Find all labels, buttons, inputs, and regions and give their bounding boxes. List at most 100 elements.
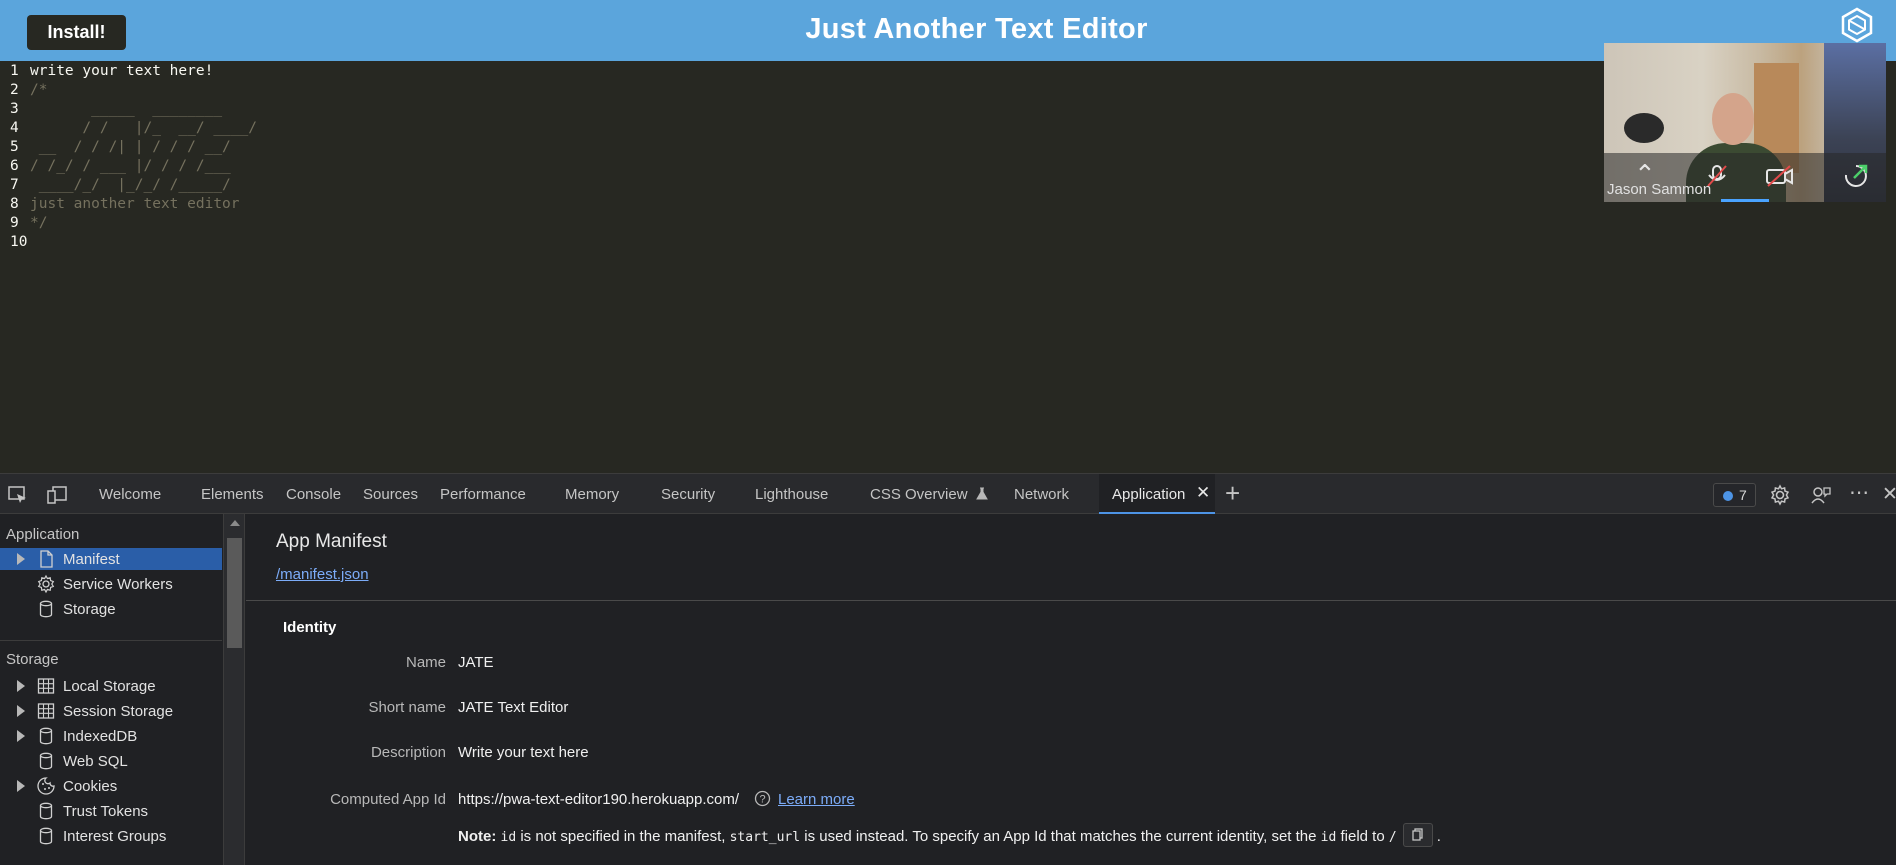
grid-icon — [36, 701, 56, 721]
database-icon — [36, 801, 56, 821]
camera-off-icon[interactable] — [1764, 163, 1794, 189]
line-text: write your text here! — [30, 63, 214, 79]
name-value: JATE — [458, 654, 494, 671]
sidebar-heading-application: Application — [6, 526, 80, 543]
video-call-overlay[interactable]: ⌃ Jason Sammon — [1604, 43, 1886, 202]
editor-line[interactable]: 3 _____ ________ — [0, 100, 222, 119]
sidebar-item-interest-groups[interactable]: Interest Groups — [0, 825, 222, 847]
note-text-2: is used instead. To specify an App Id th… — [804, 827, 1317, 845]
device-emulation-icon[interactable] — [46, 484, 68, 506]
share-icon[interactable] — [1842, 163, 1870, 189]
application-sidebar: Application Storage Manifest Service Work… — [0, 514, 224, 865]
sidebar-item-label: IndexedDB — [63, 728, 138, 745]
line-text: */ — [30, 215, 48, 231]
line-number: 8 — [10, 196, 19, 212]
line-number: 2 — [10, 82, 19, 98]
sidebar-item-storage[interactable]: Storage — [0, 598, 222, 620]
line-text: /* — [30, 82, 48, 98]
help-icon[interactable]: ? — [754, 790, 771, 807]
sidebar-item-cookies[interactable]: Cookies — [0, 775, 222, 797]
learn-more-link[interactable]: Learn more — [778, 791, 855, 808]
editor-line[interactable]: 8 just another text editor — [0, 195, 240, 214]
line-number: 10 — [10, 234, 28, 250]
editor-line[interactable]: 5 __ / / /| | / / / __/ — [0, 138, 231, 157]
editor-line[interactable]: 4 / / |/_ __/ ____/ — [0, 119, 257, 138]
note-text-3: field to — [1340, 827, 1385, 845]
note-code-slash: / — [1388, 829, 1397, 845]
participant-name: Jason Sammon — [1607, 181, 1712, 198]
note-text-1: is not specified in the manifest, — [520, 827, 726, 845]
tab-console[interactable]: Console — [286, 486, 341, 503]
sidebar-item-label: Service Workers — [63, 576, 173, 593]
tab-memory[interactable]: Memory — [565, 486, 619, 503]
sidebar-item-session-storage[interactable]: Session Storage — [0, 700, 222, 722]
description-value: Write your text here — [458, 744, 589, 761]
sidebar-item-manifest[interactable]: Manifest — [0, 548, 222, 570]
editor-line[interactable]: 9 */ — [0, 214, 47, 233]
settings-gear-icon[interactable] — [1769, 484, 1791, 506]
tab-elements[interactable]: Elements — [201, 486, 264, 503]
feedback-icon[interactable] — [1810, 484, 1832, 506]
editor-line[interactable]: 6 / /_/ / ___ |/ / / /___ — [0, 157, 231, 176]
note-end: . — [1436, 827, 1441, 845]
editor-line[interactable]: 10 — [0, 233, 30, 252]
cookie-icon — [36, 776, 56, 796]
inspect-element-icon[interactable] — [7, 484, 29, 506]
more-options-icon[interactable]: ⋯ — [1849, 480, 1870, 505]
issues-icon — [1723, 491, 1733, 501]
line-text: / / |/_ __/ ____/ — [30, 120, 257, 136]
editor-line[interactable]: 1 write your text here! — [0, 62, 213, 81]
line-text: __ / / /| | / / / __/ — [30, 139, 231, 155]
line-number: 5 — [10, 139, 19, 155]
svg-text:?: ? — [759, 794, 765, 806]
sidebar-heading-storage: Storage — [6, 651, 59, 668]
line-text: just another text editor — [30, 196, 240, 212]
name-label: Name — [405, 654, 446, 671]
sidebar-item-label: Session Storage — [63, 703, 174, 720]
expand-arrow-icon[interactable] — [17, 780, 25, 792]
tab-lighthouse[interactable]: Lighthouse — [755, 486, 828, 503]
expand-arrow-icon[interactable] — [17, 730, 25, 742]
expand-arrow-icon[interactable] — [17, 553, 25, 565]
sidebar-item-label: Cookies — [63, 778, 118, 795]
expand-arrow-icon[interactable] — [17, 680, 25, 692]
tab-css-overview[interactable]: CSS Overview — [870, 486, 988, 503]
sidebar-item-trust-tokens[interactable]: Trust Tokens — [0, 800, 222, 822]
page-title: App Manifest — [276, 531, 387, 552]
editor-line[interactable]: 2 /* — [0, 81, 47, 100]
tab-security[interactable]: Security — [661, 486, 715, 503]
line-number: 6 — [10, 158, 19, 174]
database-icon — [36, 599, 56, 619]
app-id-note: Note: id is not specified in the manifes… — [458, 823, 1441, 849]
app-logo-icon — [1841, 7, 1873, 43]
sidebar-item-local-storage[interactable]: Local Storage — [0, 675, 222, 697]
close-devtools-icon[interactable]: ✕ — [1882, 483, 1896, 506]
expand-arrow-icon[interactable] — [17, 705, 25, 717]
short-name-value: JATE Text Editor — [458, 699, 569, 716]
editor-line[interactable]: 7 ____/_/ |_/_/ /_____/ — [0, 176, 231, 195]
add-tab-icon[interactable]: + — [1225, 478, 1240, 509]
identity-section-title: Identity — [283, 619, 337, 636]
tab-application[interactable]: Application — [1112, 486, 1185, 503]
copy-icon — [1412, 828, 1423, 841]
manifest-link[interactable]: /manifest.json — [276, 566, 369, 583]
sidebar-item-label: Web SQL — [63, 753, 128, 770]
database-icon — [36, 826, 56, 846]
gear-icon — [36, 574, 56, 594]
sidebar-item-web-sql[interactable]: Web SQL — [0, 750, 222, 772]
tab-sources[interactable]: Sources — [363, 486, 418, 503]
note-prefix: Note: — [458, 827, 497, 845]
line-number: 7 — [10, 177, 19, 193]
sidebar-scrollbar[interactable] — [224, 514, 245, 865]
sidebar-item-indexeddb[interactable]: IndexedDB — [0, 725, 222, 747]
short-name-label: Short name — [368, 699, 446, 716]
tab-welcome[interactable]: Welcome — [99, 486, 161, 503]
sidebar-item-service-workers[interactable]: Service Workers — [0, 573, 222, 595]
copy-button[interactable] — [1402, 823, 1433, 847]
file-icon — [36, 549, 56, 569]
tab-network[interactable]: Network — [1014, 486, 1069, 503]
close-tab-icon[interactable]: ✕ — [1196, 483, 1210, 503]
tab-performance[interactable]: Performance — [440, 486, 526, 503]
manifest-pane: App Manifest /manifest.json Identity Nam… — [246, 514, 1896, 865]
issues-badge[interactable]: 7 — [1713, 483, 1756, 507]
